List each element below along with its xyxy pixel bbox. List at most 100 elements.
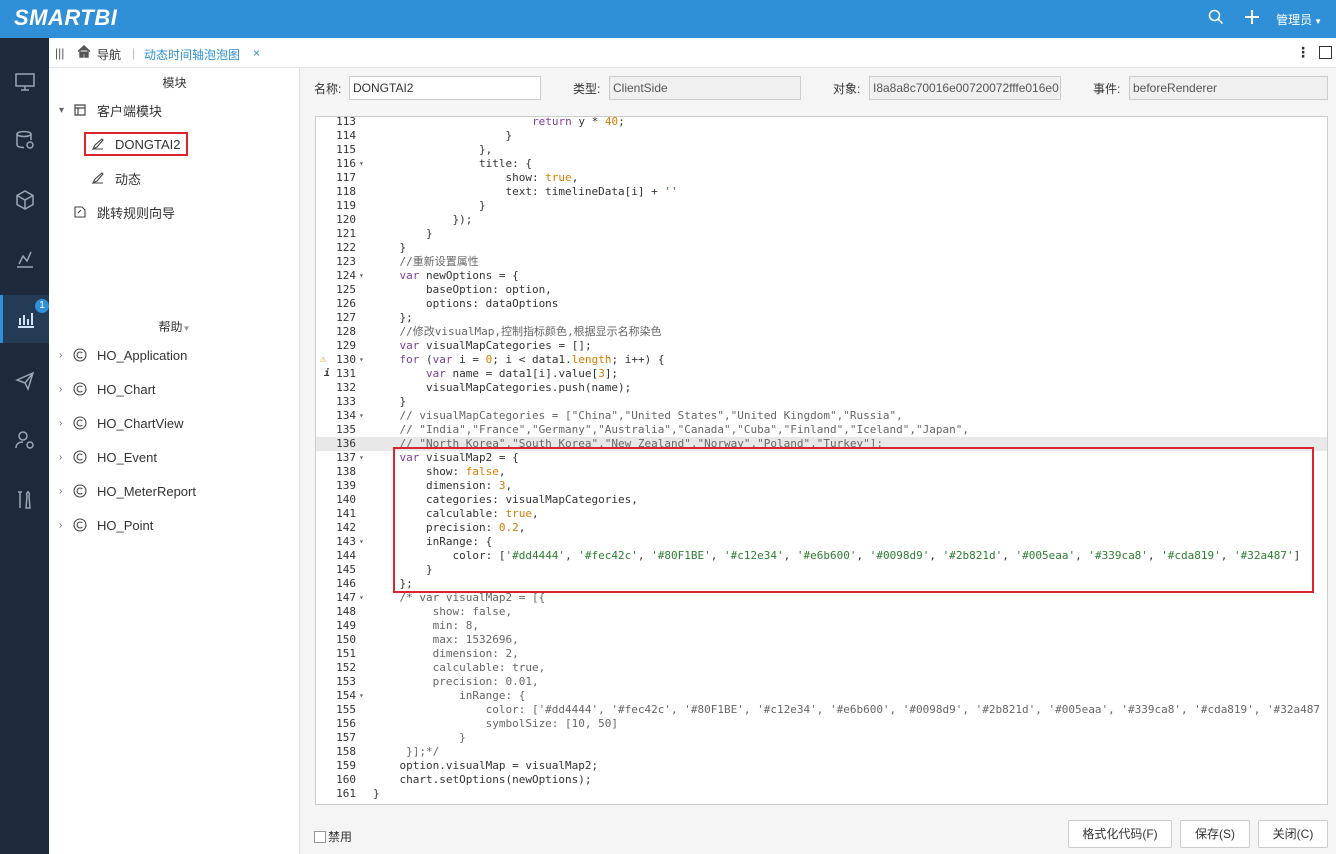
code-line[interactable]: 134 ▾ // visualMapCategories = ["China","… bbox=[316, 409, 1327, 423]
code-line[interactable]: 119 } bbox=[316, 199, 1327, 213]
code-line[interactable]: 157 } bbox=[316, 731, 1327, 745]
fold-toggle-icon[interactable]: ▾ bbox=[359, 157, 364, 171]
checkbox-icon[interactable] bbox=[314, 830, 326, 843]
code-line[interactable]: 117 show: true, bbox=[316, 171, 1327, 185]
help-item[interactable]: › HO_ChartView bbox=[59, 412, 183, 434]
code-line[interactable]: 138 show: false, bbox=[316, 465, 1327, 479]
help-item[interactable]: › HO_MeterReport bbox=[59, 480, 196, 502]
type-input[interactable]: ClientSide bbox=[609, 76, 801, 100]
code-line[interactable]: 114 } bbox=[316, 129, 1327, 143]
code-line[interactable]: 139 dimension: 3, bbox=[316, 479, 1327, 493]
code-line[interactable]: 147 ▾ /* var visualMap2 = [{ bbox=[316, 591, 1327, 605]
tab-close-icon[interactable]: × bbox=[253, 46, 260, 60]
maximize-icon[interactable] bbox=[1319, 46, 1332, 59]
rail-cube-icon[interactable] bbox=[0, 176, 49, 224]
code-line[interactable]: 123 //重新设置属性 bbox=[316, 255, 1327, 269]
code-line[interactable]: 161} bbox=[316, 787, 1327, 801]
app-logo[interactable]: SMARTBI bbox=[14, 5, 117, 31]
tab-active[interactable]: 动态时间轴泡泡图 bbox=[144, 46, 240, 63]
chevron-down-icon[interactable]: ▾ bbox=[59, 105, 73, 116]
code-line[interactable]: 160 chart.setOptions(newOptions); bbox=[316, 773, 1327, 787]
code-line[interactable]: 153 precision: 0.01, bbox=[316, 675, 1327, 689]
chevron-right-icon[interactable]: › bbox=[59, 452, 73, 463]
code-line[interactable]: 151 dimension: 2, bbox=[316, 647, 1327, 661]
home-icon[interactable] bbox=[77, 45, 91, 61]
fold-toggle-icon[interactable]: ▾ bbox=[359, 409, 364, 423]
name-input[interactable]: DONGTAI2 bbox=[349, 76, 541, 100]
rail-tools-icon[interactable] bbox=[0, 476, 49, 524]
fold-toggle-icon[interactable]: ▾ bbox=[359, 689, 364, 703]
help-item[interactable]: › HO_Application bbox=[59, 344, 187, 366]
format-code-button[interactable]: 格式化代码(F) bbox=[1068, 820, 1172, 848]
code-line[interactable]: 145 } bbox=[316, 563, 1327, 577]
chevron-right-icon[interactable]: › bbox=[59, 418, 73, 429]
code-line[interactable]: 131 i var name = data1[i].value[3]; bbox=[316, 367, 1327, 381]
tree-item-dongtai[interactable]: 动态 bbox=[91, 167, 141, 189]
code-line[interactable]: 129 var visualMapCategories = []; bbox=[316, 339, 1327, 353]
code-line[interactable]: 136 // "North Korea","South Korea","New … bbox=[316, 437, 1327, 451]
code-line[interactable]: 149 min: 8, bbox=[316, 619, 1327, 633]
warning-icon[interactable]: ⚠ bbox=[320, 353, 326, 367]
chevron-right-icon[interactable]: › bbox=[59, 520, 73, 531]
code-editor[interactable]: 113 return y * 40; 114 } 115 }, 116 ▾ title:… bbox=[315, 116, 1328, 805]
code-line[interactable]: 124 ▾ var newOptions = { bbox=[316, 269, 1327, 283]
code-line[interactable]: 150 max: 1532696, bbox=[316, 633, 1327, 647]
chevron-right-icon[interactable]: › bbox=[59, 486, 73, 497]
object-input[interactable]: I8a8a8c70016e00720072fffe016e0 bbox=[869, 76, 1061, 100]
fold-toggle-icon[interactable]: ▾ bbox=[359, 535, 364, 549]
code-line[interactable]: 128 //修改visualMap,控制指标颜色,根据显示名称染色 bbox=[316, 325, 1327, 339]
close-button[interactable]: 关闭(C) bbox=[1258, 820, 1328, 848]
code-line[interactable]: 113 return y * 40; bbox=[316, 117, 1327, 129]
rail-send-icon[interactable] bbox=[0, 356, 49, 404]
code-line[interactable]: 140 categories: visualMapCategories, bbox=[316, 493, 1327, 507]
add-icon[interactable] bbox=[1234, 9, 1270, 30]
info-icon[interactable]: i bbox=[324, 367, 330, 381]
code-line[interactable]: 120 }); bbox=[316, 213, 1327, 227]
fold-toggle-icon[interactable]: ▾ bbox=[359, 591, 364, 605]
menu-icon[interactable]: ||| bbox=[55, 46, 64, 60]
code-line[interactable]: 133 } bbox=[316, 395, 1327, 409]
chevron-right-icon[interactable]: › bbox=[59, 384, 73, 395]
help-item[interactable]: › HO_Event bbox=[59, 446, 157, 468]
code-line[interactable]: 142 precision: 0.2, bbox=[316, 521, 1327, 535]
rail-datasource-icon[interactable] bbox=[0, 116, 49, 164]
rail-monitor-icon[interactable] bbox=[0, 58, 49, 106]
fold-toggle-icon[interactable]: ▾ bbox=[359, 353, 364, 367]
code-line[interactable]: 158 }];*/ bbox=[316, 745, 1327, 759]
rail-analysis-icon[interactable] bbox=[0, 236, 49, 284]
tree-redirect-wizard[interactable]: 跳转规则向导 bbox=[73, 201, 175, 223]
rail-chart-icon[interactable]: 1 bbox=[0, 295, 49, 343]
disable-checkbox[interactable]: 禁用 bbox=[314, 828, 352, 845]
search-icon[interactable] bbox=[1198, 9, 1234, 30]
code-line[interactable]: 152 calculable: true, bbox=[316, 661, 1327, 675]
help-item[interactable]: › HO_Chart bbox=[59, 378, 156, 400]
code-line[interactable]: 143 ▾ inRange: { bbox=[316, 535, 1327, 549]
code-line[interactable]: 148 show: false, bbox=[316, 605, 1327, 619]
code-line[interactable]: 126 options: dataOptions bbox=[316, 297, 1327, 311]
user-menu[interactable]: 管理员 ▼ bbox=[1270, 11, 1336, 28]
code-line[interactable]: 155 color: ['#dd4444', '#fec42c', '#80F1… bbox=[316, 703, 1327, 717]
chevron-right-icon[interactable]: › bbox=[59, 350, 73, 361]
code-line[interactable]: 141 calculable: true, bbox=[316, 507, 1327, 521]
code-line[interactable]: 156 symbolSize: [10, 50] bbox=[316, 717, 1327, 731]
code-line[interactable]: 127 }; bbox=[316, 311, 1327, 325]
code-line[interactable]: 130 ▾ ⚠ for (var i = 0; i < data1.length; … bbox=[316, 353, 1327, 367]
tab-navigation[interactable]: 导航 bbox=[97, 46, 121, 63]
fold-toggle-icon[interactable]: ▾ bbox=[359, 269, 364, 283]
help-item[interactable]: › HO_Point bbox=[59, 514, 153, 536]
event-input[interactable]: beforeRenderer bbox=[1129, 76, 1328, 100]
code-line[interactable]: 121 } bbox=[316, 227, 1327, 241]
code-line[interactable]: 125 baseOption: option, bbox=[316, 283, 1327, 297]
tree-client-module[interactable]: ▾ 客户端模块 bbox=[59, 99, 162, 121]
code-line[interactable]: 144 color: ['#dd4444', '#fec42c', '#80F1… bbox=[316, 549, 1327, 563]
code-line[interactable]: 122 } bbox=[316, 241, 1327, 255]
code-line[interactable]: 115 }, bbox=[316, 143, 1327, 157]
code-line[interactable]: 146 }; bbox=[316, 577, 1327, 591]
code-line[interactable]: 154 ▾ inRange: { bbox=[316, 689, 1327, 703]
save-button[interactable]: 保存(S) bbox=[1180, 820, 1250, 848]
code-line[interactable]: 132 visualMapCategories.push(name); bbox=[316, 381, 1327, 395]
fold-toggle-icon[interactable]: ▾ bbox=[359, 451, 364, 465]
help-panel-title[interactable]: 帮助▼ bbox=[49, 318, 300, 335]
tree-item-dongtai2[interactable]: DONGTAI2 bbox=[91, 133, 181, 155]
code-line[interactable]: 159 option.visualMap = visualMap2; bbox=[316, 759, 1327, 773]
